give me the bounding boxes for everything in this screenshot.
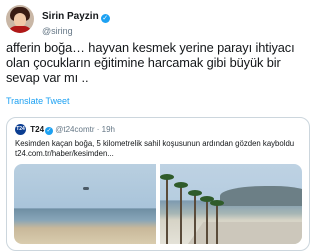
quoted-timestamp[interactable]: 19h bbox=[102, 125, 115, 134]
quoted-separator: · bbox=[96, 125, 100, 134]
quoted-author-handle[interactable]: @t24comtr bbox=[55, 125, 94, 134]
quoted-media[interactable] bbox=[14, 164, 302, 244]
palm-tree-shape bbox=[210, 200, 224, 244]
quoted-tweet-link[interactable]: t24.com.tr/haber/kesimden... bbox=[15, 149, 114, 159]
author-display-name[interactable]: Sirin Payzin bbox=[42, 11, 99, 22]
tweet-text: afferin boğa… hayvan kesmek yerine paray… bbox=[6, 40, 295, 85]
quoted-tweet-card[interactable]: T24 T24 ✓ @t24comtr · 19h Kesimden kaçan … bbox=[6, 117, 310, 251]
verified-badge-icon: ✓ bbox=[100, 14, 110, 23]
palm-tree-shape bbox=[160, 174, 174, 244]
quoted-author-name[interactable]: T24 bbox=[30, 125, 44, 134]
t24-logo-icon: T24 bbox=[15, 124, 26, 136]
author-info: Sirin Payzin ✓ @siring bbox=[42, 6, 110, 37]
promenade-palms-photo[interactable] bbox=[160, 164, 302, 244]
translate-tweet-link[interactable]: Translate Tweet bbox=[6, 96, 70, 106]
quoted-verified-badge-icon: ✓ bbox=[45, 127, 54, 135]
palm-tree-shape bbox=[188, 190, 202, 244]
tweet-header: Sirin Payzin ✓ @siring bbox=[6, 4, 306, 36]
beach-sea-photo[interactable] bbox=[14, 164, 156, 244]
avatar[interactable] bbox=[6, 5, 34, 33]
bird-shape bbox=[83, 187, 89, 190]
author-handle[interactable]: @siring bbox=[42, 25, 110, 37]
palm-tree-shape bbox=[200, 196, 214, 244]
promenade-path-shape bbox=[186, 222, 302, 244]
mountain-shape bbox=[220, 186, 302, 206]
quoted-tweet-header: T24 T24 ✓ @t24comtr · 19h bbox=[15, 124, 115, 136]
palm-tree-shape bbox=[174, 182, 188, 244]
quoted-tweet-text: Kesimden kaçan boğa, 5 kilometrelik sahi… bbox=[15, 139, 295, 148]
